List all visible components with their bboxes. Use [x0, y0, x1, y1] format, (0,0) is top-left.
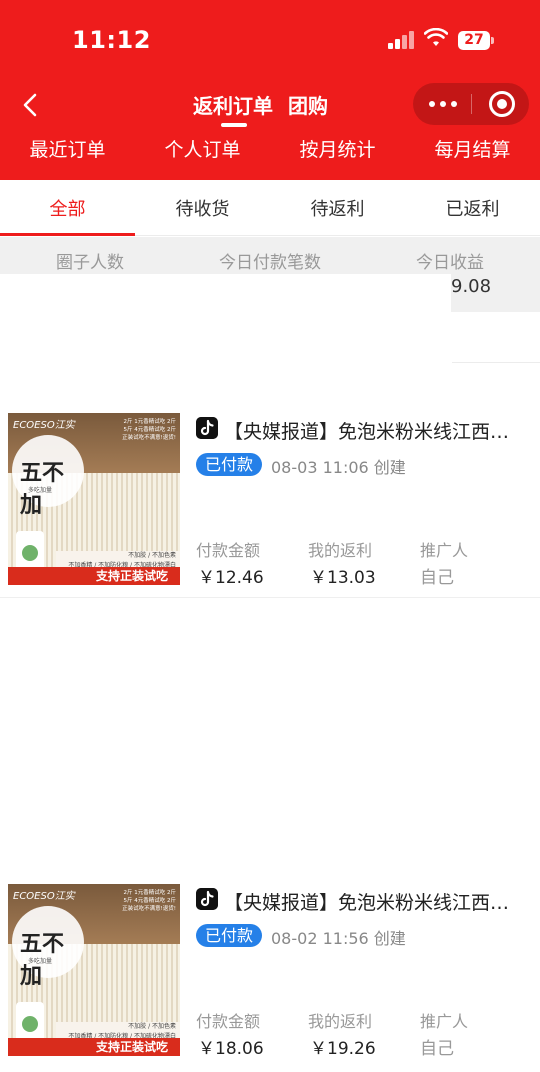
promoter-value: 自己 — [420, 1039, 454, 1059]
status-filter-tabs: 全部 待收货 待返利 已返利 — [0, 180, 540, 236]
battery-level: 27 — [458, 31, 490, 50]
tab-group-buy[interactable]: 团购 — [288, 90, 328, 119]
douyin-icon — [196, 888, 218, 910]
miniprogram-capsule — [413, 83, 529, 125]
header: 11:12 27 返利订单 团购 最近订单 个人订单 按月统计 每月结算 — [0, 0, 540, 180]
stat-label-members: 圈子人数 — [56, 253, 124, 273]
title-tabs: 返利订单 团购 — [180, 90, 340, 130]
promoter-value: 自己 — [420, 568, 454, 588]
tab-pending-rebate[interactable]: 待返利 — [270, 195, 405, 221]
product-seal: 五不加 多吃加量 — [12, 906, 84, 989]
product-image[interactable]: ECOESO江实 2斤 1元香精试吃 2斤 5斤 4元香精试吃 2斤 正装试吃不满意… — [8, 884, 180, 1056]
product-title[interactable]: 【央媒报道】免泡米粉米线江西… — [224, 888, 530, 915]
pay-amount-value: ￥12.46 — [198, 568, 264, 588]
tab-all[interactable]: 全部 — [0, 195, 135, 221]
rebate-label: 我的返利 — [308, 541, 373, 560]
tab-personal-orders[interactable]: 个人订单 — [135, 135, 270, 162]
product-image[interactable]: ECOESO江实 2斤 1元香精试吃 2斤 5斤 4元香精试吃 2斤 正装试吃不满意… — [8, 413, 180, 585]
douyin-icon — [196, 417, 218, 439]
page-title[interactable]: 返利订单 — [193, 90, 273, 119]
back-chevron-icon[interactable] — [18, 90, 44, 120]
page: 11:12 27 返利订单 团购 最近订单 个人订单 按月统计 每月结算 全部 … — [0, 0, 540, 1072]
stat-label-today-payments: 今日付款笔数 — [219, 253, 321, 273]
tab-monthly-stats[interactable]: 按月统计 — [270, 135, 405, 162]
created-time: 08-03 11:06 创建 — [271, 458, 406, 477]
product-cta-text: 支持正装试吃 — [8, 567, 180, 585]
pay-amount-label: 付款金额 — [196, 1012, 261, 1031]
product-cta-text: 支持正装试吃 — [8, 1038, 180, 1056]
tab-rebated[interactable]: 已返利 — [405, 195, 540, 221]
rebate-label: 我的返利 — [308, 1012, 373, 1031]
product-seal: 五不加 多吃加量 — [12, 435, 84, 518]
pay-amount-label: 付款金额 — [196, 541, 261, 560]
product-title[interactable]: 【央媒报道】免泡米粉米线江西… — [224, 417, 530, 444]
order-type-tabs: 最近订单 个人订单 按月统计 每月结算 — [0, 135, 540, 165]
rebate-value: ￥19.26 — [310, 1039, 376, 1059]
product-brand-text: ECOESO江实 — [13, 891, 75, 902]
status-badge: 已付款 — [196, 453, 263, 476]
title-active-indicator — [221, 123, 247, 127]
order-card[interactable]: ECOESO江实 2斤 1元香精试吃 2斤 5斤 4元香精试吃 2斤 正装试吃不满意… — [0, 413, 540, 599]
product-brand-text: ECOESO江实 — [13, 420, 75, 431]
promoter-label: 推广人 — [420, 541, 469, 560]
pay-amount-value: ￥18.06 — [198, 1039, 264, 1059]
tab-monthly-settlement[interactable]: 每月结算 — [405, 135, 540, 162]
created-time: 08-02 11:56 创建 — [271, 929, 406, 948]
status-badge: 已付款 — [196, 924, 263, 947]
close-miniprogram-icon[interactable] — [489, 91, 515, 117]
cellular-signal-icon — [388, 31, 414, 49]
order-card[interactable]: ECOESO江实 2斤 1元香精试吃 2斤 5斤 4元香精试吃 2斤 正装试吃不满意… — [0, 884, 540, 1070]
stat-value-box: 9.08 — [451, 274, 540, 312]
more-dots-icon[interactable] — [429, 96, 457, 112]
tab-pending-receipt[interactable]: 待收货 — [135, 195, 270, 221]
rebate-value: ￥13.03 — [310, 568, 376, 588]
stat-value-today-earnings: 9.08 — [451, 276, 492, 297]
active-tab-indicator — [0, 233, 135, 236]
product-promo-text: 2斤 1元香精试吃 2斤 5斤 4元香精试吃 2斤 正装试吃不满意!退货! — [122, 419, 176, 441]
stats-bar: 圈子人数 今日付款笔数 今日收益 — [0, 237, 540, 274]
status-time: 11:12 — [72, 26, 151, 54]
product-promo-text: 2斤 1元香精试吃 2斤 5斤 4元香精试吃 2斤 正装试吃不满意!退货! — [122, 890, 176, 912]
stat-label-today-earnings: 今日收益 — [416, 253, 484, 273]
wifi-icon — [424, 28, 448, 46]
battery-icon: 27 — [458, 31, 494, 50]
tab-recent-orders[interactable]: 最近订单 — [0, 135, 135, 162]
promoter-label: 推广人 — [420, 1012, 469, 1031]
